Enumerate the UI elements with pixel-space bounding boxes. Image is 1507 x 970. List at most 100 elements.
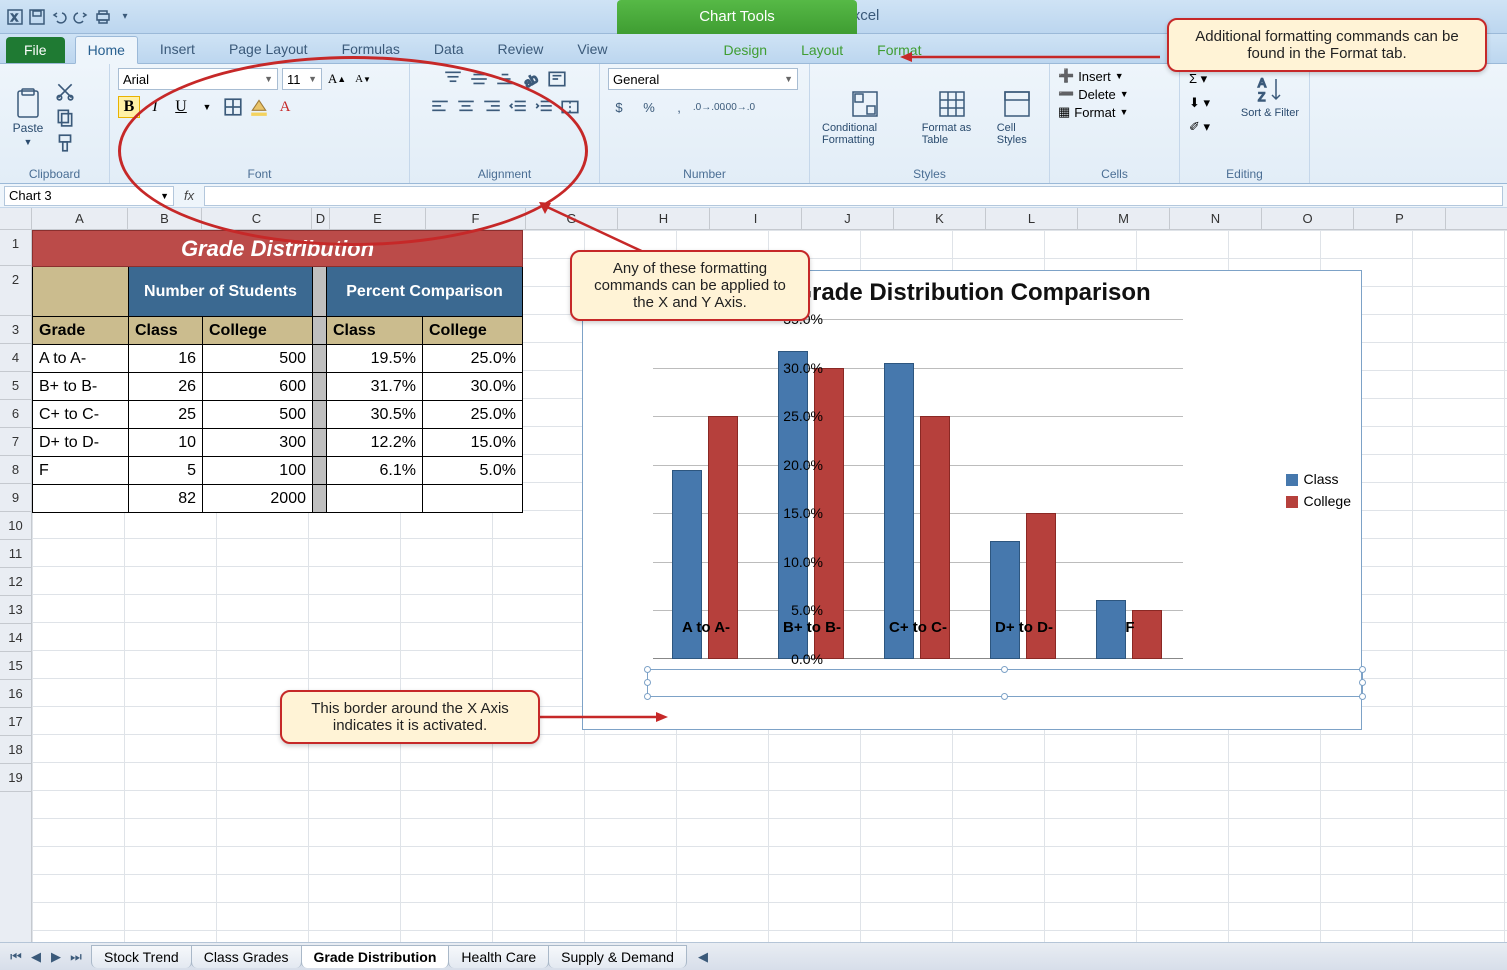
row-header-13[interactable]: 13: [0, 596, 31, 624]
qat-customize-icon[interactable]: ▾: [116, 8, 134, 26]
cell[interactable]: 15.0%: [423, 429, 523, 457]
cell[interactable]: A to A-: [33, 345, 129, 373]
cell[interactable]: 300: [203, 429, 313, 457]
number-format-combo[interactable]: General ▼: [608, 68, 798, 90]
col-header-F[interactable]: F: [426, 208, 526, 229]
align-left-icon[interactable]: [429, 96, 451, 118]
cell[interactable]: 16: [129, 345, 203, 373]
cell-styles-button[interactable]: Cell Styles: [993, 85, 1041, 149]
cell[interactable]: 500: [203, 401, 313, 429]
cell[interactable]: 5.0%: [423, 457, 523, 485]
formula-input[interactable]: [204, 186, 1503, 206]
font-color-icon[interactable]: A: [274, 96, 296, 118]
cell[interactable]: 19.5%: [327, 345, 423, 373]
conditional-formatting-button[interactable]: Conditional Formatting: [818, 85, 912, 149]
cell[interactable]: 10: [129, 429, 203, 457]
tab-file[interactable]: File: [6, 37, 65, 63]
col-header-K[interactable]: K: [894, 208, 986, 229]
col-header-L[interactable]: L: [986, 208, 1078, 229]
last-sheet-icon[interactable]: ⏭: [66, 948, 86, 966]
tab-layout[interactable]: Layout: [789, 37, 855, 63]
italic-button[interactable]: I: [144, 96, 166, 118]
x-tick-label[interactable]: F: [1125, 619, 1134, 636]
save-icon[interactable]: [28, 8, 46, 26]
cell[interactable]: 500: [203, 345, 313, 373]
align-right-icon[interactable]: [481, 96, 503, 118]
x-tick-label[interactable]: D+ to D-: [995, 619, 1053, 636]
row-header-16[interactable]: 16: [0, 680, 31, 708]
tab-data[interactable]: Data: [422, 36, 476, 63]
next-sheet-icon[interactable]: ▶: [46, 948, 66, 966]
total-cell[interactable]: [327, 485, 423, 513]
row-header-5[interactable]: 5: [0, 372, 31, 400]
cell[interactable]: 25.0%: [423, 401, 523, 429]
underline-button[interactable]: U: [170, 96, 192, 118]
orientation-icon[interactable]: ab: [520, 68, 542, 90]
align-top-icon[interactable]: [442, 68, 464, 90]
x-tick-label[interactable]: A to A-: [682, 619, 730, 636]
cell[interactable]: D+ to D-: [33, 429, 129, 457]
accounting-format-icon[interactable]: $: [608, 96, 630, 118]
decrease-decimal-icon[interactable]: .00→.0: [728, 96, 750, 118]
copy-icon[interactable]: [54, 106, 76, 128]
row-header-15[interactable]: 15: [0, 652, 31, 680]
row-header-6[interactable]: 6: [0, 400, 31, 428]
cell[interactable]: 26: [129, 373, 203, 401]
x-axis-selection-box[interactable]: [647, 669, 1363, 697]
bar-class[interactable]: [990, 541, 1020, 660]
decrease-indent-icon[interactable]: [507, 96, 529, 118]
cell[interactable]: 30.5%: [327, 401, 423, 429]
worksheet-area[interactable]: 12345678910111213141516171819 Grade Dist…: [0, 230, 1507, 942]
row-header-17[interactable]: 17: [0, 708, 31, 736]
row-header-12[interactable]: 12: [0, 568, 31, 596]
font-name-combo[interactable]: Arial ▼: [118, 68, 278, 90]
sheet-tab-supply-demand[interactable]: Supply & Demand: [548, 945, 687, 968]
total-cell[interactable]: [423, 485, 523, 513]
percent-format-icon[interactable]: %: [638, 96, 660, 118]
sort-filter-button[interactable]: AZ Sort & Filter: [1237, 70, 1303, 122]
cut-icon[interactable]: [54, 80, 76, 102]
tab-review[interactable]: Review: [486, 36, 556, 63]
align-middle-icon[interactable]: [468, 68, 490, 90]
fx-icon[interactable]: fx: [178, 188, 200, 203]
bar-college[interactable]: [1026, 513, 1056, 659]
cell[interactable]: 31.7%: [327, 373, 423, 401]
row-header-2[interactable]: 2: [0, 266, 31, 316]
col-header-M[interactable]: M: [1078, 208, 1170, 229]
cell[interactable]: 25: [129, 401, 203, 429]
chart-plot-area[interactable]: [653, 319, 1183, 659]
align-center-icon[interactable]: [455, 96, 477, 118]
row-header-18[interactable]: 18: [0, 736, 31, 764]
col-header-C[interactable]: C: [202, 208, 312, 229]
prev-sheet-icon[interactable]: ◀: [26, 948, 46, 966]
fill-icon[interactable]: ⬇ ▾: [1188, 92, 1211, 114]
cell[interactable]: C+ to C-: [33, 401, 129, 429]
col-header-O[interactable]: O: [1262, 208, 1354, 229]
sheet-tab-grade-distribution[interactable]: Grade Distribution: [301, 945, 450, 968]
col-header-N[interactable]: N: [1170, 208, 1262, 229]
cell[interactable]: 25.0%: [423, 345, 523, 373]
underline-dropdown-icon[interactable]: ▼: [196, 96, 218, 118]
insert-cells-button[interactable]: ➕Insert▼: [1058, 68, 1124, 84]
format-painter-icon[interactable]: [54, 132, 76, 154]
col-header-I[interactable]: I: [710, 208, 802, 229]
legend-entry-college[interactable]: College: [1286, 493, 1351, 509]
increase-decimal-icon[interactable]: .0→.00: [698, 96, 720, 118]
format-cells-button[interactable]: ▦Format▼: [1058, 104, 1128, 120]
tab-view[interactable]: View: [565, 36, 619, 63]
row-header-14[interactable]: 14: [0, 624, 31, 652]
cell[interactable]: 5: [129, 457, 203, 485]
cell-grid[interactable]: Grade Distribution Number of Students Pe…: [32, 230, 1507, 942]
embedded-chart[interactable]: Grade Distribution Comparison 0.0%5.0%10…: [582, 270, 1362, 730]
name-box[interactable]: Chart 3 ▼: [4, 186, 174, 206]
col-header-B[interactable]: B: [128, 208, 202, 229]
undo-icon[interactable]: [50, 8, 68, 26]
select-all-corner[interactable]: [0, 208, 32, 229]
first-sheet-icon[interactable]: ⏮: [6, 948, 26, 966]
cell[interactable]: 30.0%: [423, 373, 523, 401]
tab-insert[interactable]: Insert: [148, 36, 207, 63]
row-header-10[interactable]: 10: [0, 512, 31, 540]
col-header-J[interactable]: J: [802, 208, 894, 229]
tab-home[interactable]: Home: [75, 36, 138, 64]
cell[interactable]: B+ to B-: [33, 373, 129, 401]
